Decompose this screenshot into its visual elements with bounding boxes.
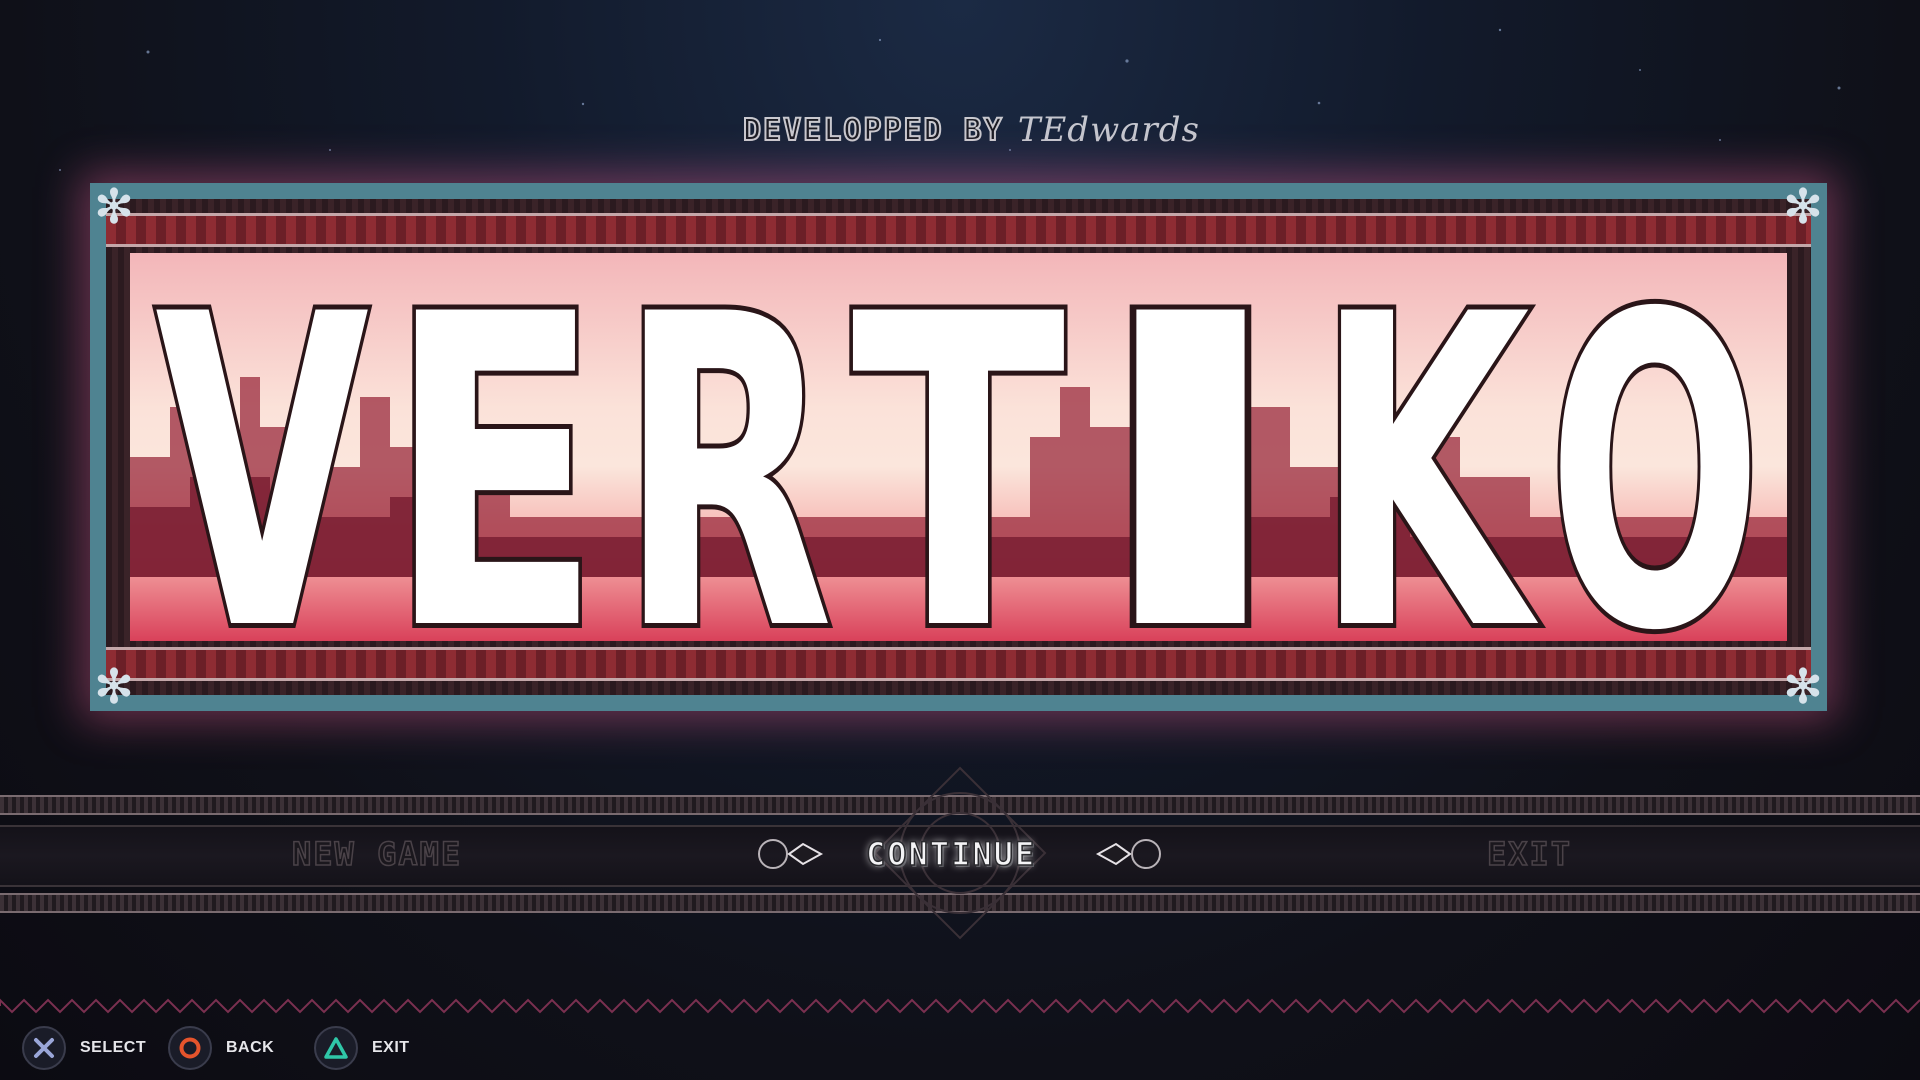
hint-back[interactable]: BACK xyxy=(168,1026,274,1070)
hint-select[interactable]: SELECT xyxy=(22,1026,146,1070)
menu-exit[interactable]: EXIT xyxy=(1486,829,1572,879)
svg-text:V: V xyxy=(155,253,371,641)
developer-signature: TEdwards xyxy=(1017,110,1200,150)
svg-text:R: R xyxy=(619,253,833,641)
wavy-separator xyxy=(0,998,1920,1014)
main-menu: NEW GAME CONTINUE EXIT xyxy=(0,766,1920,940)
svg-text:I: I xyxy=(1084,253,1298,641)
circle-button-icon xyxy=(168,1026,212,1070)
logo-city-scene: VERTIKO xyxy=(130,253,1787,641)
svg-text:K: K xyxy=(1316,253,1541,641)
menu-continue[interactable]: CONTINUE xyxy=(865,829,1036,879)
ornament-corner-icon: ✻ xyxy=(93,179,135,235)
ornament-corner-icon: ✻ xyxy=(1782,179,1824,235)
logo-letter: O xyxy=(1543,253,1767,641)
ornament-corner-icon: ✻ xyxy=(1782,659,1824,715)
svg-text:O: O xyxy=(1548,253,1762,641)
game-logo: ✻ ✻ ✻ ✻ VERTIKO xyxy=(90,179,1827,715)
logo-letter: T xyxy=(846,253,1072,641)
logo-letter: K xyxy=(1311,253,1546,641)
logo-letter: I xyxy=(1079,253,1303,641)
menu-new-game[interactable]: NEW GAME xyxy=(291,829,462,879)
svg-text:T: T xyxy=(851,253,1067,641)
triangle-button-icon xyxy=(314,1026,358,1070)
hint-exit-label: EXIT xyxy=(372,1039,410,1056)
selector-right-icon xyxy=(1095,839,1161,869)
credit-label: DEVELOPPED BY xyxy=(742,112,1004,149)
hint-select-label: SELECT xyxy=(80,1039,147,1056)
hint-exit[interactable]: EXIT xyxy=(314,1026,410,1070)
logo-letters: VERTIKO xyxy=(150,253,1767,641)
logo-letter: R xyxy=(614,253,838,641)
svg-text:E: E xyxy=(387,253,601,641)
logo-letter: V xyxy=(150,253,376,641)
developer-credit: DEVELOPPED BY TEdwards xyxy=(742,108,1200,152)
ornament-corner-icon: ✻ xyxy=(93,659,135,715)
hint-back-label: BACK xyxy=(226,1039,275,1056)
cross-button-icon xyxy=(22,1026,66,1070)
logo-border-band-top xyxy=(106,213,1811,247)
selector-left-icon xyxy=(758,839,824,869)
logo-letter: E xyxy=(382,253,606,641)
logo-border-band-bottom xyxy=(106,647,1811,681)
